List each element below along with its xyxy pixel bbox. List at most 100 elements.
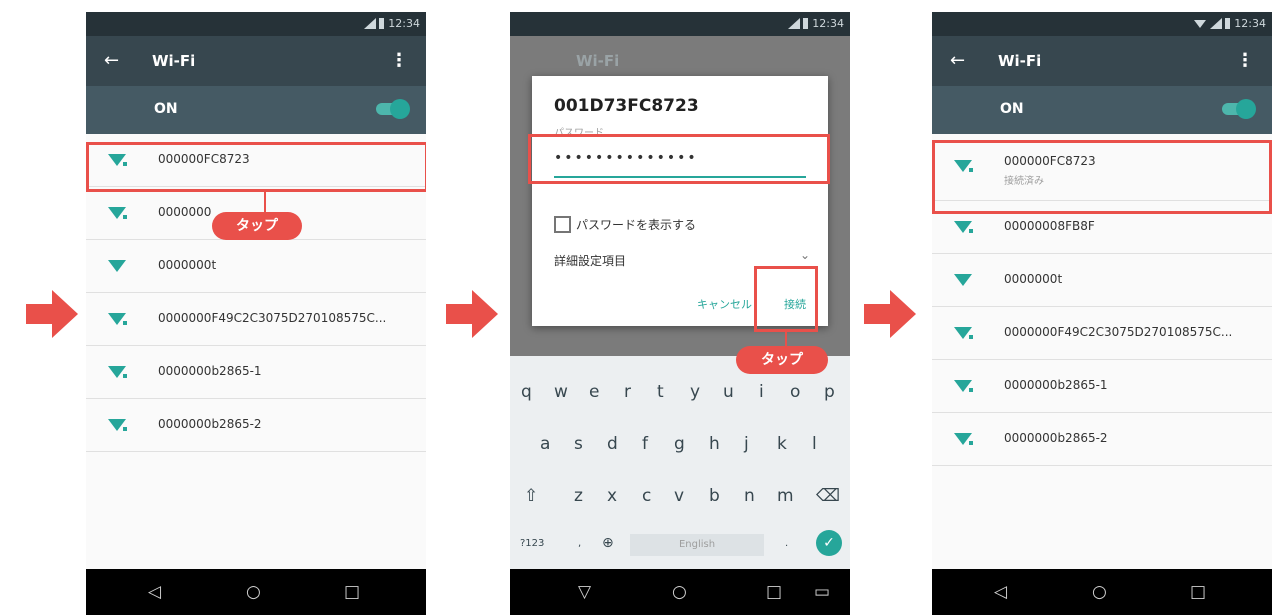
app-bar: ← Wi-Fi ⋮ xyxy=(86,36,426,86)
wifi-status-icon xyxy=(1194,20,1206,28)
nav-back-icon[interactable]: ◁ xyxy=(994,582,1007,602)
wifi-toggle[interactable] xyxy=(376,99,410,119)
highlight-box xyxy=(528,134,830,184)
symbols-key[interactable]: ?123 xyxy=(520,538,544,549)
wifi-toggle-bar: ON xyxy=(932,86,1272,134)
network-ssid: 00000008FB8F xyxy=(1004,219,1095,233)
key[interactable]: v xyxy=(674,486,684,506)
key[interactable]: w xyxy=(554,382,568,402)
key[interactable]: d xyxy=(607,434,618,454)
done-check-icon[interactable]: ✓ xyxy=(816,530,842,556)
key[interactable]: n xyxy=(744,486,755,506)
signal-icon xyxy=(788,18,800,29)
key[interactable]: c xyxy=(642,486,651,506)
chevron-down-icon[interactable]: ⌄ xyxy=(800,248,810,262)
wifi-signal-icon xyxy=(954,221,973,233)
nav-back-icon[interactable]: ▽ xyxy=(578,582,591,602)
key[interactable]: p xyxy=(824,382,835,402)
wifi-toggle[interactable] xyxy=(1222,99,1256,119)
network-item[interactable]: 0000000F49C2C3075D270108575C... xyxy=(932,307,1272,360)
phone-left: 12:34 ← Wi-Fi ⋮ ON 000000FC8723 0000000 … xyxy=(86,12,426,615)
keyboard-switch-icon[interactable]: ▭ xyxy=(814,582,830,602)
globe-icon[interactable]: ⊕ xyxy=(602,535,614,551)
key[interactable]: u xyxy=(723,382,734,402)
highlight-box xyxy=(932,140,1272,214)
network-ssid: 0000000b2865-1 xyxy=(158,364,262,378)
period-key[interactable]: . xyxy=(785,538,788,549)
network-item[interactable]: 0000000F49C2C3075D270108575C... xyxy=(86,293,426,346)
network-ssid: 0000000t xyxy=(1004,272,1063,286)
signal-icon xyxy=(1210,18,1222,29)
nav-bar: ◁ ○ □ xyxy=(86,569,426,615)
key[interactable]: a xyxy=(540,434,550,454)
network-item[interactable]: 0000000t xyxy=(932,254,1272,307)
nav-recents-icon[interactable]: □ xyxy=(344,582,360,602)
wifi-signal-icon xyxy=(954,327,973,339)
overflow-menu-icon[interactable]: ⋮ xyxy=(390,50,408,71)
wifi-signal-icon xyxy=(108,366,127,378)
status-bar: 12:34 xyxy=(510,12,850,36)
battery-icon xyxy=(803,18,808,29)
signal-icon xyxy=(364,18,376,29)
key[interactable]: r xyxy=(624,382,631,402)
space-key[interactable]: English xyxy=(630,534,764,556)
nav-recents-icon[interactable]: □ xyxy=(766,582,782,602)
arrow-left-icon[interactable]: ← xyxy=(104,50,119,71)
wifi-signal-icon xyxy=(954,433,973,445)
key[interactable]: j xyxy=(744,434,749,454)
nav-home-icon[interactable]: ○ xyxy=(1092,582,1107,602)
key[interactable]: f xyxy=(642,434,648,454)
key[interactable]: x xyxy=(607,486,617,506)
arrow-left-icon[interactable]: ← xyxy=(950,50,965,71)
advanced-options[interactable]: 詳細設定項目 xyxy=(554,252,626,269)
key[interactable]: z xyxy=(574,486,583,506)
nav-home-icon[interactable]: ○ xyxy=(672,582,687,602)
key[interactable]: t xyxy=(657,382,664,402)
network-ssid: 0000000b2865-2 xyxy=(1004,431,1108,445)
callout-line xyxy=(264,192,266,214)
key[interactable]: b xyxy=(709,486,720,506)
nav-bar: ◁ ○ □ xyxy=(932,569,1272,615)
nav-back-icon[interactable]: ◁ xyxy=(148,582,161,602)
wifi-signal-icon xyxy=(954,274,972,286)
network-item[interactable]: 0000000b2865-1 xyxy=(86,346,426,399)
key[interactable]: k xyxy=(777,434,787,454)
key[interactable]: h xyxy=(709,434,720,454)
key[interactable]: m xyxy=(777,486,794,506)
network-item[interactable]: 0000000t xyxy=(86,240,426,293)
status-bar: 12:34 xyxy=(932,12,1272,36)
network-ssid: 0000000b2865-2 xyxy=(158,417,262,431)
key[interactable]: q xyxy=(521,382,532,402)
network-ssid: 0000000t xyxy=(158,258,217,272)
nav-recents-icon[interactable]: □ xyxy=(1190,582,1206,602)
key[interactable]: e xyxy=(589,382,599,402)
background-title: Wi-Fi xyxy=(576,52,620,70)
network-ssid: 0000000 xyxy=(158,205,212,219)
network-item[interactable]: 0000000b2865-1 xyxy=(932,360,1272,413)
network-ssid: 0000000b2865-1 xyxy=(1004,378,1108,392)
overflow-menu-icon[interactable]: ⋮ xyxy=(1236,50,1254,71)
status-time: 12:34 xyxy=(1234,17,1266,30)
backspace-icon[interactable]: ⌫ xyxy=(816,486,840,506)
tap-callout: タップ xyxy=(736,346,828,374)
tap-callout: タップ xyxy=(212,212,302,240)
show-password-checkbox[interactable] xyxy=(554,216,571,233)
wifi-signal-icon xyxy=(108,419,127,431)
shift-icon[interactable]: ⇧ xyxy=(524,486,538,506)
key[interactable]: y xyxy=(690,382,700,402)
wifi-signal-icon xyxy=(108,313,127,325)
key[interactable]: i xyxy=(759,382,764,402)
key[interactable]: g xyxy=(674,434,685,454)
key[interactable]: l xyxy=(812,434,817,454)
network-item[interactable]: 0000000b2865-2 xyxy=(86,399,426,452)
cancel-button[interactable]: キャンセル xyxy=(697,296,752,312)
nav-home-icon[interactable]: ○ xyxy=(246,582,261,602)
page-title: Wi-Fi xyxy=(152,52,196,70)
soft-keyboard: q w e r t y u i o p a s d f g h j k l ⇧ … xyxy=(510,356,850,569)
wifi-on-label: ON xyxy=(1000,101,1024,117)
battery-icon xyxy=(379,18,384,29)
key[interactable]: o xyxy=(790,382,800,402)
key[interactable]: s xyxy=(574,434,583,454)
comma-key[interactable]: , xyxy=(578,538,581,549)
network-item[interactable]: 0000000b2865-2 xyxy=(932,413,1272,466)
